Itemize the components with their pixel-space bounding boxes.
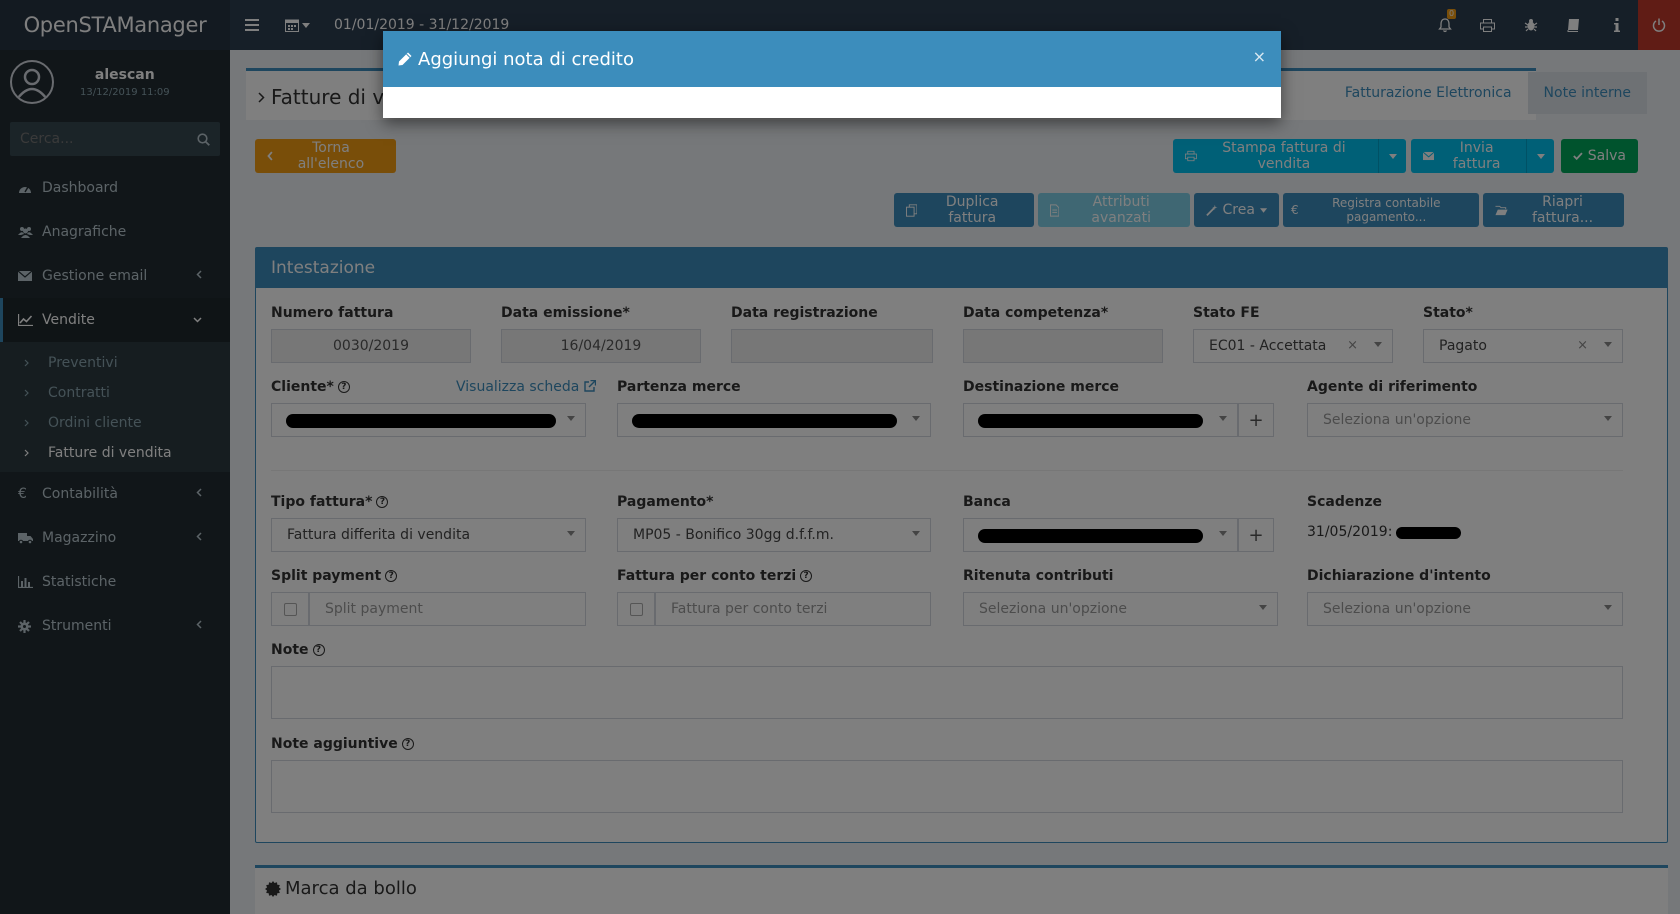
close-icon[interactable]: × [1253,47,1266,66]
modal-backdrop[interactable] [0,0,1680,914]
pencil-icon [398,52,412,66]
modal-header: Aggiungi nota di credito × [383,31,1281,87]
credit-note-modal: Aggiungi nota di credito × [383,31,1281,118]
modal-title: Aggiungi nota di credito [418,48,634,70]
